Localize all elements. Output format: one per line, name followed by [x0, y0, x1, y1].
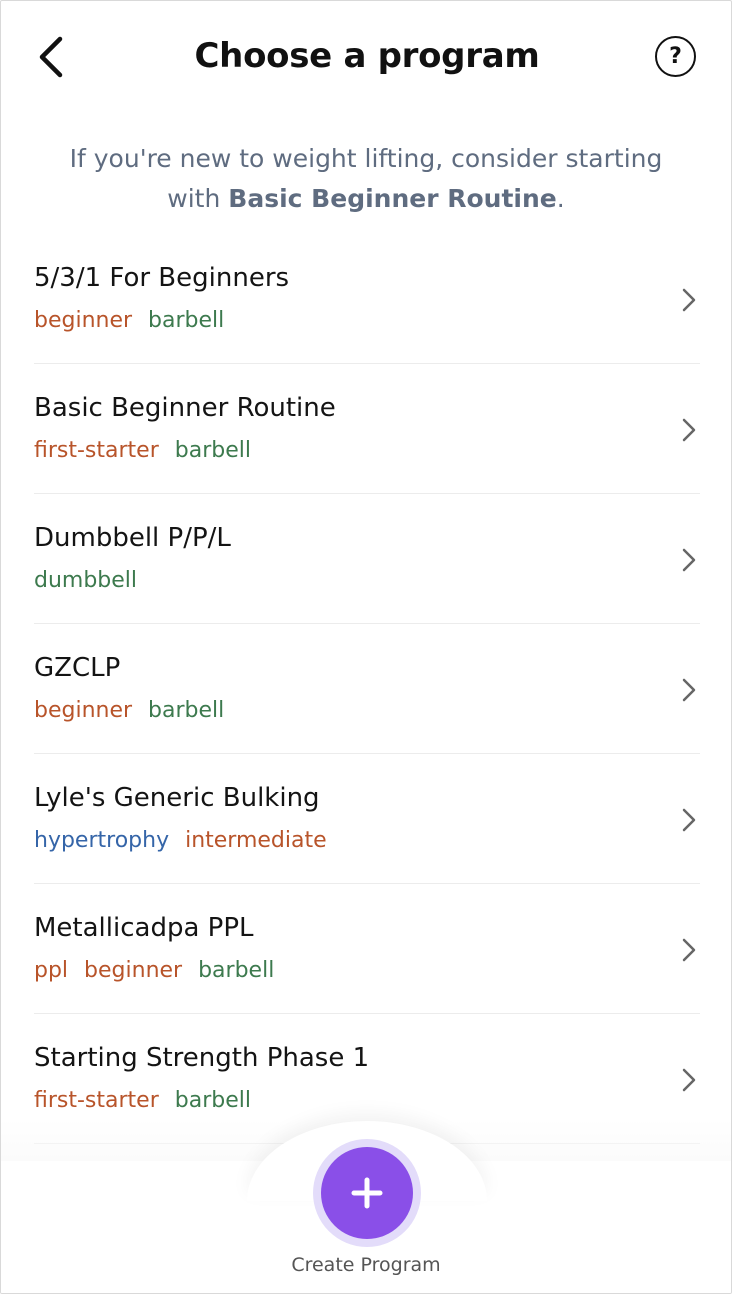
program-name: Basic Beginner Routine [34, 393, 336, 423]
chevron-right-icon [682, 288, 696, 312]
program-name: Metallicadpa PPL [34, 913, 254, 943]
program-tags: first-starter barbell [34, 435, 251, 467]
chevron-right-icon [682, 938, 696, 962]
chevron-right-icon [682, 548, 696, 572]
program-name: Lyle's Generic Bulking [34, 783, 320, 813]
header: Choose a program ? [1, 1, 731, 111]
program-row[interactable]: Basic Beginner Routine first-starter barbe… [34, 364, 700, 494]
program-tags: beginner barbell [34, 695, 224, 727]
program-tag: barbell [198, 958, 275, 983]
chevron-right-icon [682, 808, 696, 832]
program-row[interactable]: Metallicadpa PPL ppl beginner barbell [34, 884, 700, 1014]
create-program-label[interactable]: Create Program [1, 1251, 731, 1279]
recommended-program-name: Basic Beginner Routine [228, 184, 557, 213]
help-button[interactable]: ? [655, 36, 696, 77]
program-tag: hypertrophy [34, 828, 170, 853]
program-row[interactable]: GZCLP beginner barbell [34, 624, 700, 754]
intro-text-end: . [556, 184, 565, 213]
program-tag: beginner [84, 958, 183, 983]
program-tags: ppl beginner barbell [34, 955, 274, 987]
program-list: 5/3/1 For Beginners beginner barbell Basic … [34, 234, 700, 1144]
program-tag: barbell [148, 698, 225, 723]
program-row[interactable]: Dumbbell P/P/L dumbbell [34, 494, 700, 624]
program-tag: barbell [174, 438, 251, 463]
program-tag: barbell [148, 308, 225, 333]
plus-icon [351, 1177, 383, 1209]
program-name: Starting Strength Phase 1 [34, 1043, 370, 1073]
page-title: Choose a program [194, 36, 540, 76]
program-tag: dumbbell [34, 568, 138, 593]
create-program-button[interactable] [313, 1139, 421, 1247]
program-name: Dumbbell P/P/L [34, 523, 231, 553]
program-tag: intermediate [185, 828, 327, 853]
chevron-right-icon [682, 418, 696, 442]
program-tags: beginner barbell [34, 305, 224, 337]
question-mark-icon: ? [669, 44, 682, 69]
program-tag: beginner [34, 308, 133, 333]
program-name: GZCLP [34, 653, 121, 683]
intro-message: If you're new to weight lifting, conside… [61, 139, 671, 219]
program-tag: barbell [174, 1088, 251, 1113]
program-row[interactable]: Lyle's Generic Bulking hypertrophy interme… [34, 754, 700, 884]
program-tag: first-starter [34, 438, 159, 463]
app-screen: Choose a program ? If you're new to weig… [0, 0, 732, 1294]
program-tags: dumbbell [34, 565, 137, 597]
program-row[interactable]: 5/3/1 For Beginners beginner barbell [34, 234, 700, 364]
program-tag: ppl [34, 958, 69, 983]
chevron-right-icon [682, 1068, 696, 1092]
program-tag: beginner [34, 698, 133, 723]
program-tag: first-starter [34, 1088, 159, 1113]
program-tags: hypertrophy intermediate [34, 825, 327, 857]
program-name: 5/3/1 For Beginners [34, 263, 290, 293]
program-tags: first-starter barbell [34, 1085, 251, 1117]
chevron-right-icon [682, 678, 696, 702]
fab-circle [321, 1147, 413, 1239]
